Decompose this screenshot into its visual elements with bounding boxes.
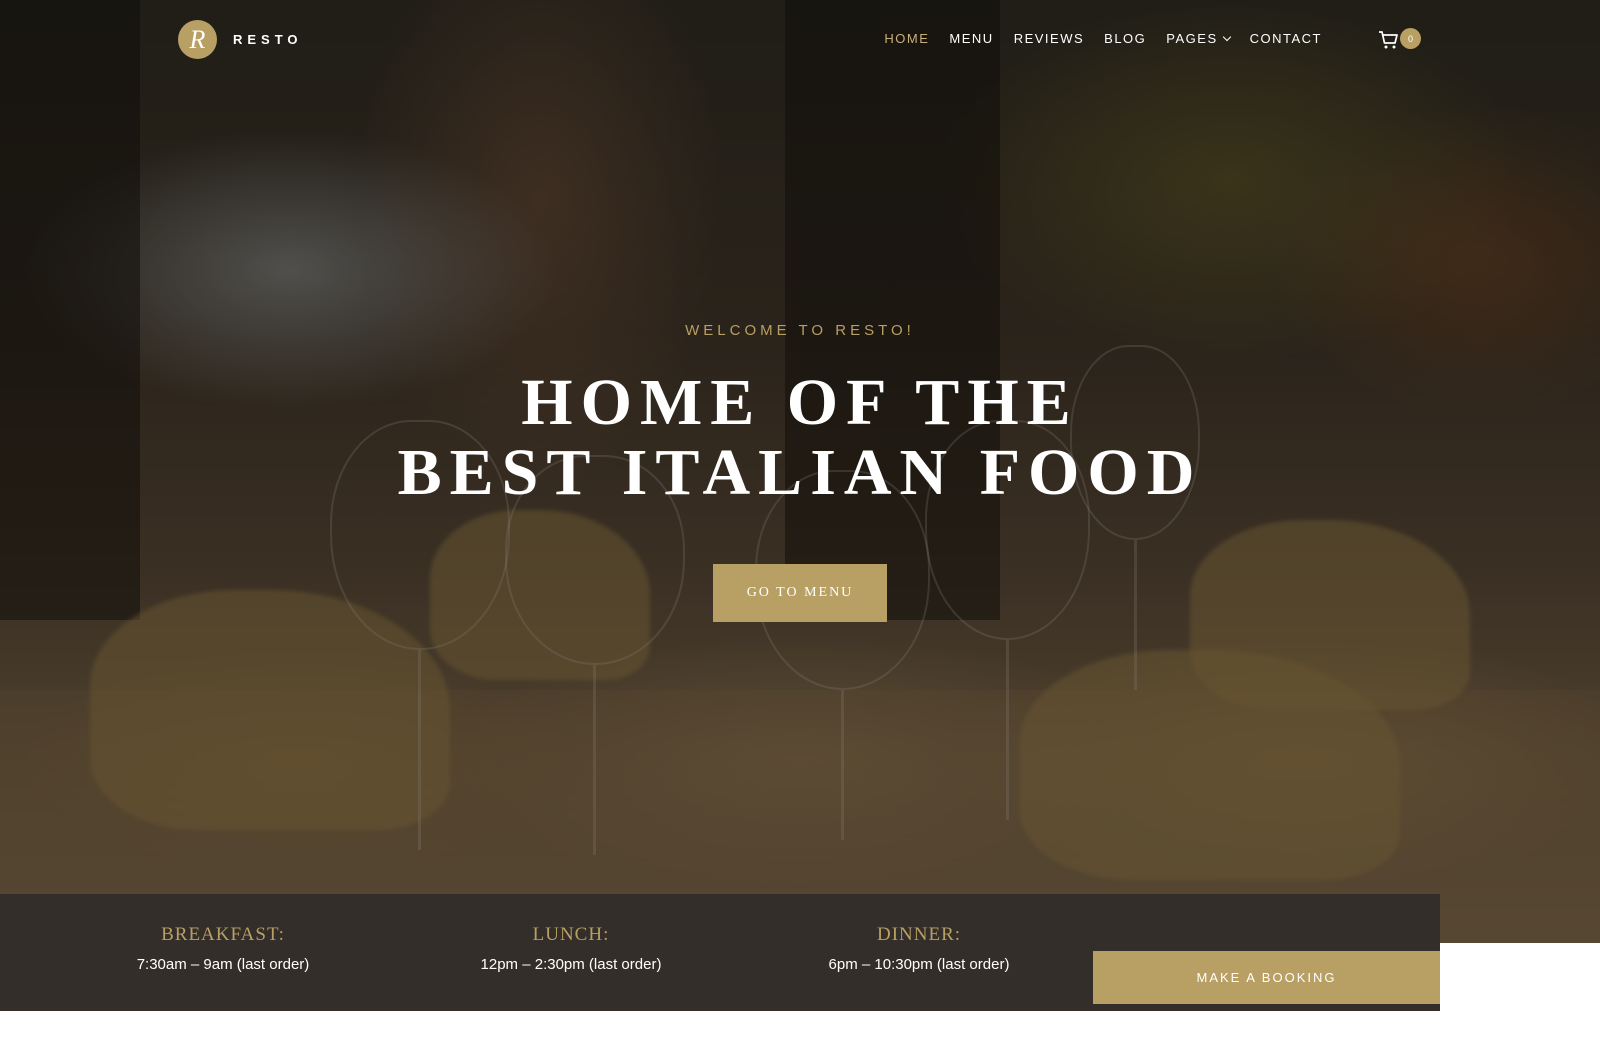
hero-headline-line2: BEST ITALIAN FOOD (397, 436, 1203, 509)
hours-breakfast: BREAKFAST: 7:30am – 9am (last order) (73, 924, 373, 973)
hours-value: 12pm – 2:30pm (last order) (480, 956, 662, 973)
make-booking-button[interactable]: MAKE A BOOKING (1093, 951, 1440, 1004)
hours-value: 7:30am – 9am (last order) (136, 956, 310, 973)
main-nav: HOME MENU REVIEWS BLOG PAGES CONTACT (884, 31, 1322, 46)
go-to-menu-button[interactable]: GO TO MENU (713, 564, 887, 622)
site-logo[interactable]: R RESTO (178, 20, 303, 59)
chevron-down-icon (1222, 32, 1231, 42)
nav-item-reviews[interactable]: REVIEWS (1014, 31, 1084, 46)
nav-item-home[interactable]: HOME (884, 31, 929, 46)
logo-text: RESTO (233, 32, 303, 47)
nav-item-contact[interactable]: CONTACT (1250, 31, 1322, 46)
logo-mark: R (178, 20, 217, 59)
hero-headline-line1: HOME OF THE (521, 366, 1079, 439)
hours-value: 6pm – 10:30pm (last order) (828, 956, 1010, 973)
cart-icon (1379, 31, 1398, 49)
cart-button[interactable]: 0 (1378, 28, 1421, 52)
hours-label: BREAKFAST: (161, 924, 285, 945)
hero-section: R RESTO HOME MENU REVIEWS BLOG PAGES CON… (0, 0, 1600, 943)
hours-label: LUNCH: (532, 924, 610, 945)
opening-hours-bar: BREAKFAST: 7:30am – 9am (last order) LUN… (0, 894, 1440, 1011)
nav-item-pages-label: PAGES (1166, 31, 1218, 46)
nav-item-blog[interactable]: BLOG (1104, 31, 1146, 46)
hero-headline: HOME OF THE BEST ITALIAN FOOD (0, 368, 1600, 508)
hours-label: DINNER: (876, 924, 962, 945)
hours-dinner: DINNER: 6pm – 10:30pm (last order) (769, 924, 1069, 973)
nav-item-pages[interactable]: PAGES (1166, 31, 1231, 46)
hours-lunch: LUNCH: 12pm – 2:30pm (last order) (421, 924, 721, 973)
hero-eyebrow: WELCOME TO RESTO! (685, 322, 915, 339)
cart-count-badge: 0 (1400, 28, 1421, 49)
nav-item-menu[interactable]: MENU (949, 31, 993, 46)
